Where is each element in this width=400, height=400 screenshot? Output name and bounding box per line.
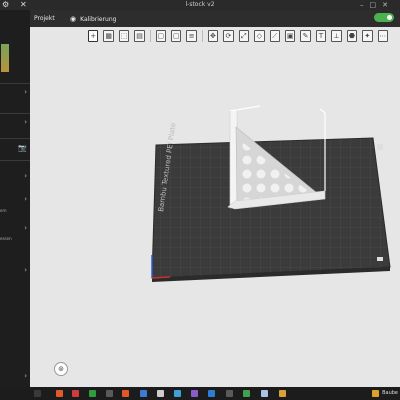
title-bar: ⚙ ✕ l-stock v2 –□✕: [0, 0, 400, 10]
chevron-right-icon[interactable]: ›: [24, 195, 27, 203]
menu-bar: Projekt ◉ Kalibrierung: [30, 10, 400, 27]
menu-kalibrierung[interactable]: ◉ Kalibrierung: [70, 15, 116, 23]
app-icon[interactable]: [106, 390, 113, 397]
text-icon[interactable]: T: [315, 30, 327, 42]
divider: [0, 138, 30, 139]
app-icon[interactable]: [279, 390, 286, 397]
divider: [0, 83, 30, 84]
app-icon[interactable]: [208, 390, 215, 397]
menu-projekt[interactable]: Projekt: [34, 15, 55, 22]
menu-kalibrierung-label: Kalibrierung: [80, 15, 117, 23]
chevron-right-icon[interactable]: ›: [24, 224, 27, 232]
chevron-right-icon[interactable]: ›: [24, 118, 27, 126]
taskbar-label: Baube: [382, 390, 398, 396]
app-icon[interactable]: [157, 390, 164, 397]
toolbar-divider: [201, 30, 203, 42]
left-sidebar: › › 📷 › › ern › essen › ›: [0, 10, 30, 387]
measure-icon[interactable]: ⟂: [331, 30, 342, 42]
chevron-right-icon[interactable]: ›: [24, 372, 27, 380]
layers-icon[interactable]: ≡: [186, 30, 197, 42]
app-icon[interactable]: [191, 390, 198, 397]
split-parts-icon[interactable]: ▢: [171, 30, 182, 42]
seam-paint-icon[interactable]: ✎: [300, 30, 311, 42]
3d-viewport[interactable]: Bambu Textured PEI Plate: [30, 27, 400, 387]
calibration-icon: ◉: [70, 15, 77, 23]
plate-settings-icon[interactable]: [377, 257, 383, 261]
toolbar-divider: [149, 30, 151, 42]
view-orient-icon[interactable]: ⊚: [54, 362, 68, 376]
plate-lock-icon[interactable]: [377, 144, 383, 150]
cut-icon[interactable]: ⟋: [269, 30, 280, 42]
plate-thumbnail[interactable]: [1, 44, 9, 72]
sidebar-snippet: essen: [0, 236, 12, 241]
start-icon[interactable]: [34, 390, 41, 397]
assembly-icon[interactable]: ⬣: [346, 30, 358, 42]
scale-icon[interactable]: ⤢: [238, 30, 250, 42]
taskbar: Baube: [0, 387, 400, 400]
window-controls[interactable]: –□✕: [360, 0, 394, 10]
app-icon[interactable]: [56, 390, 63, 397]
camera-icon[interactable]: 📷: [18, 144, 27, 152]
sync-toggle[interactable]: [374, 13, 394, 22]
divider: [0, 160, 30, 161]
more-icon[interactable]: ⋯: [377, 30, 388, 42]
add-object-icon[interactable]: +: [88, 30, 99, 42]
app-icon[interactable]: [72, 390, 79, 397]
auto-orient-icon[interactable]: ⬚: [118, 30, 130, 42]
chevron-right-icon[interactable]: ›: [24, 88, 27, 96]
split-objects-icon[interactable]: ▢: [155, 30, 167, 42]
support-paint-icon[interactable]: ▣: [284, 30, 296, 42]
add-plate-icon[interactable]: ▦: [103, 30, 114, 42]
chevron-right-icon[interactable]: ›: [24, 172, 27, 180]
sidebar-snippet: ern: [0, 208, 7, 213]
app-icon[interactable]: [261, 390, 268, 397]
arrange-icon[interactable]: ▤: [134, 30, 145, 42]
weather-icon[interactable]: [372, 390, 379, 397]
app-icon[interactable]: [89, 390, 96, 397]
color-paint-icon[interactable]: ✦: [362, 30, 373, 42]
app-icon[interactable]: [174, 390, 181, 397]
rotate-icon[interactable]: ⟳: [223, 30, 234, 42]
lay-on-face-icon[interactable]: ◇: [254, 30, 265, 42]
app-icon[interactable]: [140, 390, 147, 397]
move-icon[interactable]: ✥: [207, 30, 219, 42]
window-title: l-stock v2: [185, 1, 215, 8]
app-icon[interactable]: [122, 390, 129, 397]
toolbar: + ▦ ⬚ ▤ ▢ ▢ ≡ ✥ ⟳ ⤢ ◇ ⟋ ▣ ✎ T ⟂ ⬣ ✦ ⋯: [88, 28, 388, 44]
divider: [0, 113, 30, 114]
app-icon[interactable]: [243, 390, 250, 397]
app-icon[interactable]: [226, 390, 233, 397]
chevron-right-icon[interactable]: ›: [24, 266, 27, 274]
